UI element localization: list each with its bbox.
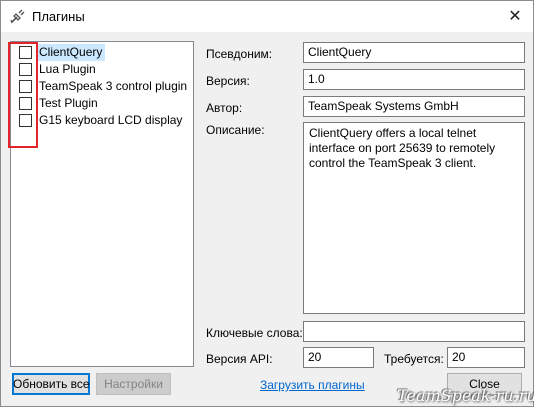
keywords-field	[303, 321, 525, 342]
alias-label: Псевдоним:	[206, 47, 273, 61]
plug-icon	[9, 7, 27, 25]
plugin-name: G15 keyboard LCD display	[39, 113, 183, 127]
refresh-all-button[interactable]: Обновить все	[12, 373, 90, 395]
author-field: TeamSpeak Systems GmbH	[303, 96, 525, 117]
plugins-dialog: Плагины ✕ ClientQuery Lua Plugin TeamSpe…	[0, 0, 534, 407]
title-bar: Плагины ✕	[1, 1, 533, 32]
plugin-name: ClientQuery	[37, 44, 106, 61]
requires-label: Требуется:	[384, 352, 444, 366]
version-field: 1.0	[303, 69, 525, 90]
api-version-field: 20	[303, 347, 374, 368]
checkbox-highlight-frame	[8, 42, 38, 148]
plugin-name: Lua Plugin	[39, 62, 96, 76]
version-label: Версия:	[206, 74, 250, 88]
plugin-name: Test Plugin	[39, 96, 98, 110]
list-item[interactable]: Lua Plugin	[12, 61, 192, 78]
close-icon[interactable]: ✕	[501, 3, 529, 30]
requires-field: 20	[447, 347, 525, 368]
site-watermark: TeamSpeak-ru.ru	[397, 386, 534, 405]
author-label: Автор:	[206, 101, 243, 115]
load-plugins-link[interactable]: Загрузить плагины	[260, 378, 365, 392]
list-item[interactable]: Test Plugin	[12, 95, 192, 112]
keywords-label: Ключевые слова:	[206, 326, 303, 340]
description-field: ClientQuery offers a local telnet interf…	[303, 122, 525, 314]
plugin-name: TeamSpeak 3 control plugin	[39, 79, 188, 93]
api-version-label: Версия API:	[206, 352, 273, 366]
list-item[interactable]: TeamSpeak 3 control plugin	[12, 78, 192, 95]
list-item[interactable]: G15 keyboard LCD display	[12, 112, 192, 129]
description-label: Описание:	[206, 123, 265, 137]
alias-field: ClientQuery	[303, 42, 525, 63]
window-title: Плагины	[32, 9, 85, 24]
settings-button[interactable]: Настройки	[96, 373, 171, 395]
list-item[interactable]: ClientQuery	[12, 44, 192, 61]
